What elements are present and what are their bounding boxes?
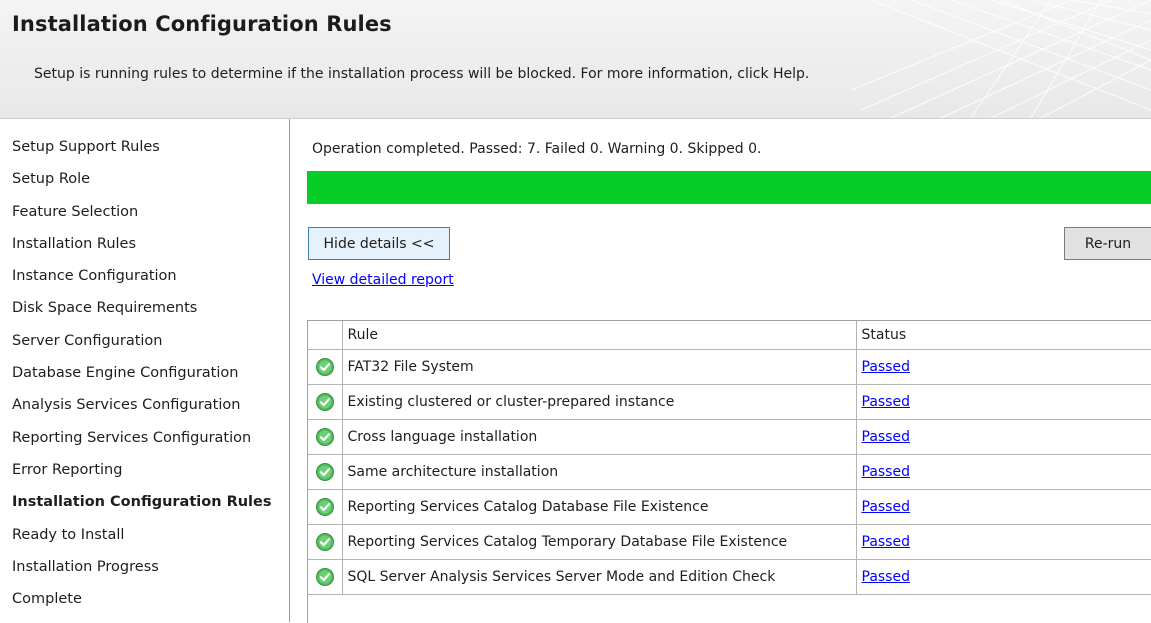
- rule-column-header[interactable]: Rule: [342, 321, 857, 350]
- page-header: Installation Configuration Rules Setup i…: [0, 0, 1151, 119]
- check-circle-icon: [316, 498, 335, 516]
- sidebar-item-setup-support-rules[interactable]: Setup Support Rules: [0, 131, 288, 163]
- rules-grid: Rule Status FAT32 File System Passed Exi…: [307, 320, 1151, 623]
- rules-table: Rule Status FAT32 File System Passed Exi…: [308, 321, 1151, 595]
- table-row[interactable]: Existing clustered or cluster-prepared i…: [308, 384, 1151, 420]
- view-detailed-report-link[interactable]: View detailed report: [312, 272, 454, 288]
- status-passed-link[interactable]: Passed: [862, 569, 910, 585]
- page-title: Installation Configuration Rules: [12, 12, 392, 36]
- rule-name: FAT32 File System: [342, 349, 857, 385]
- sidebar-item-server-configuration[interactable]: Server Configuration: [0, 325, 288, 357]
- icon-column-header: [308, 321, 343, 350]
- table-row[interactable]: Cross language installation Passed: [308, 419, 1151, 455]
- header-decoration: [851, 0, 1151, 118]
- rule-name: Reporting Services Catalog Database File…: [342, 489, 857, 525]
- table-row[interactable]: Reporting Services Catalog Temporary Dat…: [308, 524, 1151, 560]
- table-row[interactable]: Same architecture installation Passed: [308, 454, 1151, 490]
- rule-name: SQL Server Analysis Services Server Mode…: [342, 559, 857, 595]
- sidebar-item-instance-configuration[interactable]: Instance Configuration: [0, 260, 288, 292]
- status-passed-link[interactable]: Passed: [862, 534, 910, 550]
- rule-name: Cross language installation: [342, 419, 857, 455]
- status-passed-link[interactable]: Passed: [862, 394, 910, 410]
- table-header-row: Rule Status: [308, 321, 1151, 350]
- operation-status-text: Operation completed. Passed: 7. Failed 0…: [312, 141, 762, 157]
- rule-name: Reporting Services Catalog Temporary Dat…: [342, 524, 857, 560]
- rule-name: Same architecture installation: [342, 454, 857, 490]
- rule-name: Existing clustered or cluster-prepared i…: [342, 384, 857, 420]
- sidebar-item-disk-space-requirements[interactable]: Disk Space Requirements: [0, 292, 288, 324]
- page-subtitle: Setup is running rules to determine if t…: [34, 66, 810, 82]
- sidebar-nav: Setup Support Rules Setup Role Feature S…: [0, 131, 288, 615]
- check-circle-icon: [316, 358, 335, 376]
- status-passed-link[interactable]: Passed: [862, 464, 910, 480]
- sidebar-divider: [289, 119, 290, 622]
- sidebar-item-setup-role[interactable]: Setup Role: [0, 163, 288, 195]
- progress-bar-fill: [307, 171, 1151, 204]
- progress-bar: [307, 171, 1151, 204]
- table-row[interactable]: FAT32 File System Passed: [308, 349, 1151, 385]
- status-passed-link[interactable]: Passed: [862, 429, 910, 445]
- sidebar-item-installation-progress[interactable]: Installation Progress: [0, 551, 288, 583]
- table-row[interactable]: SQL Server Analysis Services Server Mode…: [308, 559, 1151, 595]
- table-row[interactable]: Reporting Services Catalog Database File…: [308, 489, 1151, 525]
- sidebar-item-installation-rules[interactable]: Installation Rules: [0, 228, 288, 260]
- sidebar-item-database-engine-configuration[interactable]: Database Engine Configuration: [0, 357, 288, 389]
- sidebar-item-reporting-services-configuration[interactable]: Reporting Services Configuration: [0, 422, 288, 454]
- sidebar-item-ready-to-install[interactable]: Ready to Install: [0, 519, 288, 551]
- hide-details-button[interactable]: Hide details <<: [308, 227, 450, 260]
- check-circle-icon: [316, 393, 335, 411]
- status-column-header[interactable]: Status: [856, 321, 1151, 350]
- status-passed-link[interactable]: Passed: [862, 359, 910, 375]
- check-circle-icon: [316, 463, 335, 481]
- check-circle-icon: [316, 428, 335, 446]
- rerun-button[interactable]: Re-run: [1064, 227, 1151, 260]
- sidebar-item-analysis-services-configuration[interactable]: Analysis Services Configuration: [0, 389, 288, 421]
- sidebar-item-error-reporting[interactable]: Error Reporting: [0, 454, 288, 486]
- sidebar-item-complete[interactable]: Complete: [0, 583, 288, 615]
- check-circle-icon: [316, 568, 335, 586]
- check-circle-icon: [316, 533, 335, 551]
- sidebar-item-installation-configuration-rules[interactable]: Installation Configuration Rules: [0, 486, 288, 518]
- sidebar-item-feature-selection[interactable]: Feature Selection: [0, 196, 288, 228]
- status-passed-link[interactable]: Passed: [862, 499, 910, 515]
